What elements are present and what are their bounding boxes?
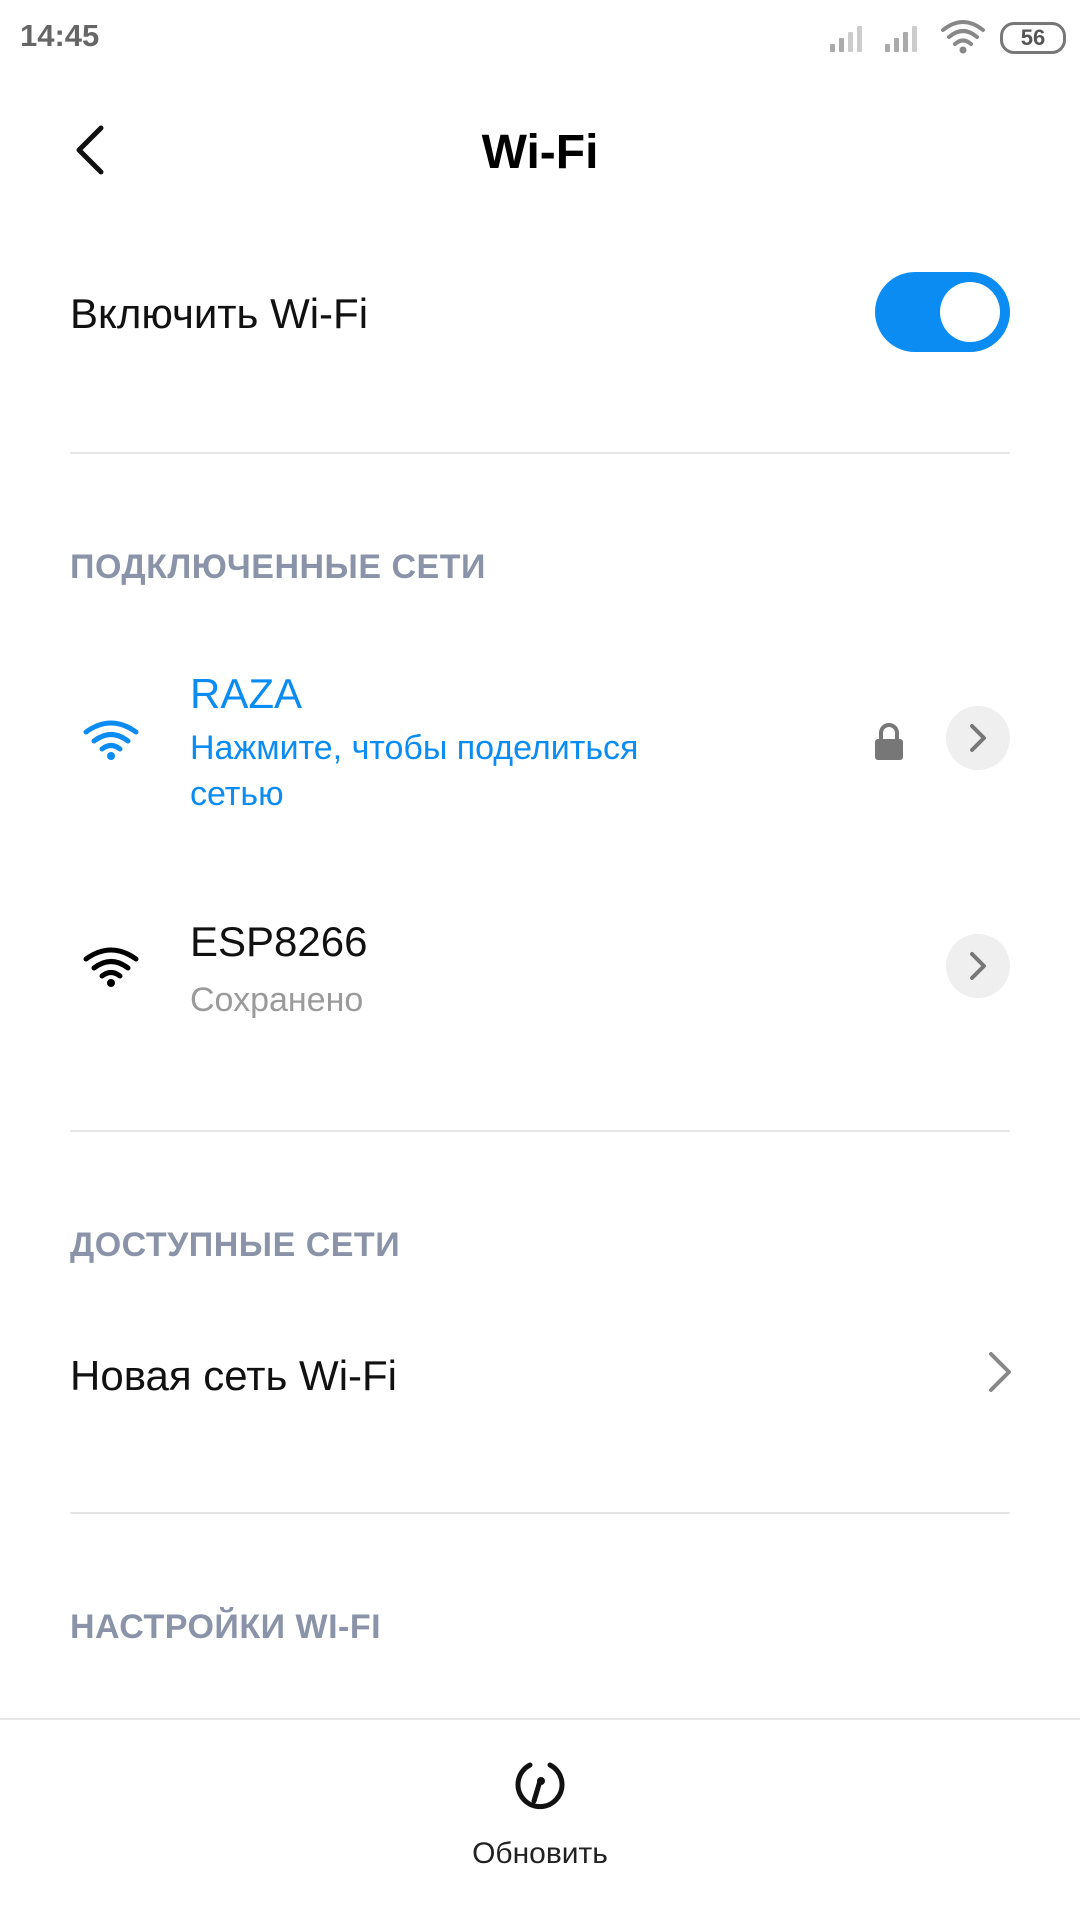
chevron-right-icon [970, 724, 986, 752]
network-row-esp8266[interactable] [0, 880, 1080, 1050]
wifi-status-icon [941, 20, 985, 54]
wifi-signal-icon [83, 947, 139, 987]
bottom-bar-divider [0, 1718, 1080, 1720]
wifi-signal-icon [83, 720, 139, 760]
chevron-right-icon [970, 952, 986, 980]
new-network-label: Новая сеть Wi-Fi [70, 1352, 397, 1399]
divider [70, 1130, 1010, 1132]
network-status: сетью [190, 775, 284, 813]
refresh-icon [515, 1762, 565, 1810]
refresh-label: Обновить [472, 1837, 608, 1870]
network-status: Нажмите, чтобы поделиться [190, 729, 639, 767]
divider [70, 1512, 1010, 1514]
signal-strength-icon [830, 20, 862, 52]
wifi-toggle-label: Включить Wi-Fi [70, 290, 369, 337]
refresh-button[interactable]: Обновить [440, 1755, 640, 1895]
page-title: Wi-Fi [481, 126, 599, 179]
wifi-toggle-switch[interactable] [875, 272, 1010, 352]
battery-indicator: 56 [1000, 22, 1066, 54]
network-status: Сохранено [190, 981, 364, 1019]
network-details-button[interactable] [946, 706, 1010, 770]
section-header-available: ДОСТУПНЫЕ СЕТИ [70, 1226, 401, 1264]
network-name: ESP8266 [190, 918, 368, 965]
status-time: 14:45 [20, 18, 100, 53]
lock-icon [875, 723, 903, 760]
signal-strength-icon [885, 20, 917, 52]
divider [70, 452, 1010, 454]
network-name: RAZA [190, 670, 303, 717]
section-header-connected: ПОДКЛЮЧЕННЫЕ СЕТИ [70, 548, 486, 586]
section-header-settings: НАСТРОЙКИ WI-FI [70, 1608, 382, 1646]
toggle-knob [940, 282, 1000, 342]
network-details-button[interactable] [946, 934, 1010, 998]
chevron-right-icon [989, 1352, 1011, 1392]
